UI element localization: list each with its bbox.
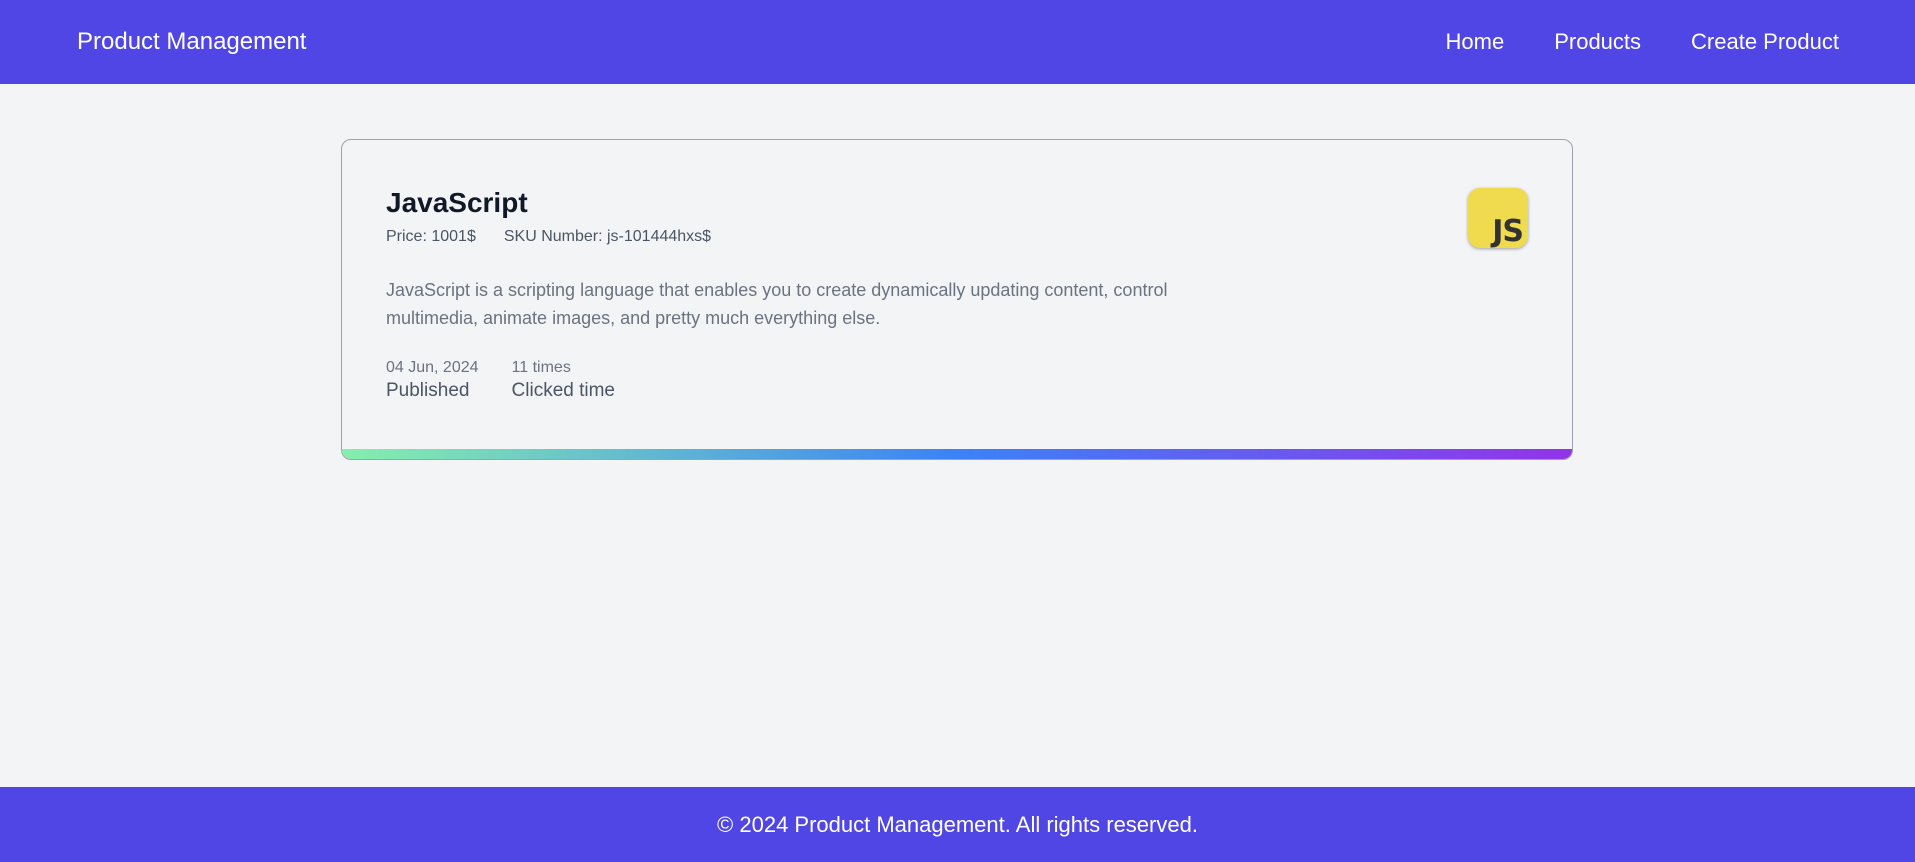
product-stats: 04 Jun, 2024 Published 11 times Clicked … bbox=[386, 358, 1528, 404]
product-card[interactable]: JavaScript Price: 1001$ SKU Number: js-1… bbox=[341, 139, 1573, 460]
card-gradient-bar bbox=[342, 449, 1572, 459]
clicked-stat: 11 times Clicked time bbox=[512, 358, 615, 404]
product-meta: Price: 1001$ SKU Number: js-101444hxs$ bbox=[386, 228, 1528, 246]
nav-create-product-link[interactable]: Create Product bbox=[1691, 29, 1839, 55]
published-label: Published bbox=[386, 379, 470, 401]
published-stat: 04 Jun, 2024 Published bbox=[386, 358, 479, 404]
product-description: JavaScript is a scripting language that … bbox=[386, 279, 1168, 328]
nav-products-link[interactable]: Products bbox=[1554, 29, 1641, 55]
clicked-count: 11 times bbox=[511, 358, 571, 376]
product-sku: SKU Number: js-101444hxs$ bbox=[503, 227, 712, 245]
nav-links: Home Products Create Product bbox=[1446, 29, 1839, 55]
nav-home-link[interactable]: Home bbox=[1446, 29, 1505, 55]
top-navbar: Product Management Home Products Create … bbox=[0, 0, 1915, 84]
javascript-logo-icon: JS bbox=[1468, 188, 1528, 248]
page-footer: © 2024 Product Management. All rights re… bbox=[0, 787, 1915, 862]
product-title: JavaScript bbox=[386, 187, 528, 218]
product-price: Price: 1001$ bbox=[386, 227, 476, 245]
logo-text: JS bbox=[1492, 214, 1524, 249]
clicked-label: Clicked time bbox=[511, 379, 616, 401]
published-date: 04 Jun, 2024 bbox=[386, 358, 479, 376]
product-card-body: JavaScript Price: 1001$ SKU Number: js-1… bbox=[342, 140, 1572, 404]
footer-copyright: © 2024 Product Management. All rights re… bbox=[717, 811, 1198, 837]
brand-link[interactable]: Product Management bbox=[77, 28, 306, 56]
